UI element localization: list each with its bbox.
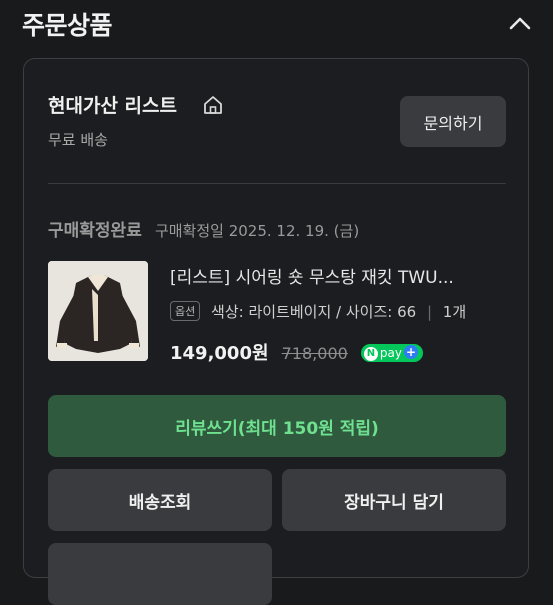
order-card: 현대가산 리스트 무료 배송 문의하기 구매확정완료 구매확정일 2025. 1… xyxy=(23,58,529,605)
option-text: 색상: 라이트베이지 / 사이즈: 66 xyxy=(211,303,417,321)
product-name[interactable]: [리스트] 시어링 숏 무스탕 재킷 TWU... xyxy=(170,263,508,288)
product-thumbnail[interactable] xyxy=(48,261,148,361)
home-icon[interactable] xyxy=(202,94,224,116)
order-status-line: 구매확정완료 구매확정일 2025. 12. 19. (금) xyxy=(48,216,359,241)
npay-plus-badge: Npay + xyxy=(360,344,423,362)
price-line: 149,000원 718,000 Npay + xyxy=(170,339,423,365)
order-status: 구매확정완료 xyxy=(48,221,142,241)
shipping-note: 무료 배송 xyxy=(48,131,108,149)
divider xyxy=(48,183,506,184)
product-options: 옵션 색상: 라이트베이지 / 사이즈: 66 | 1개 xyxy=(170,301,466,322)
plus-icon: + xyxy=(403,345,418,359)
sale-price: 149,000원 xyxy=(170,343,269,364)
more-action-button[interactable] xyxy=(48,543,272,605)
write-review-button[interactable]: 리뷰쓰기(최대 150원 적립) xyxy=(48,395,506,457)
section-title: 주문상품 xyxy=(22,11,113,40)
option-badge: 옵션 xyxy=(170,301,201,321)
inquiry-button[interactable]: 문의하기 xyxy=(400,96,506,147)
store-name[interactable]: 현대가산 리스트 xyxy=(48,91,177,118)
original-price: 718,000 xyxy=(281,344,348,363)
n-logo-icon: N xyxy=(363,347,378,361)
track-delivery-button[interactable]: 배송조회 xyxy=(48,469,272,531)
jacket-image xyxy=(48,261,148,361)
separator: | xyxy=(426,303,432,321)
quantity: 1개 xyxy=(442,303,467,321)
chevron-up-icon[interactable] xyxy=(506,10,534,38)
confirmed-date: 구매확정일 2025. 12. 19. (금) xyxy=(154,222,360,240)
add-to-cart-button[interactable]: 장바구니 담기 xyxy=(282,469,506,531)
pay-label: pay xyxy=(379,346,402,360)
